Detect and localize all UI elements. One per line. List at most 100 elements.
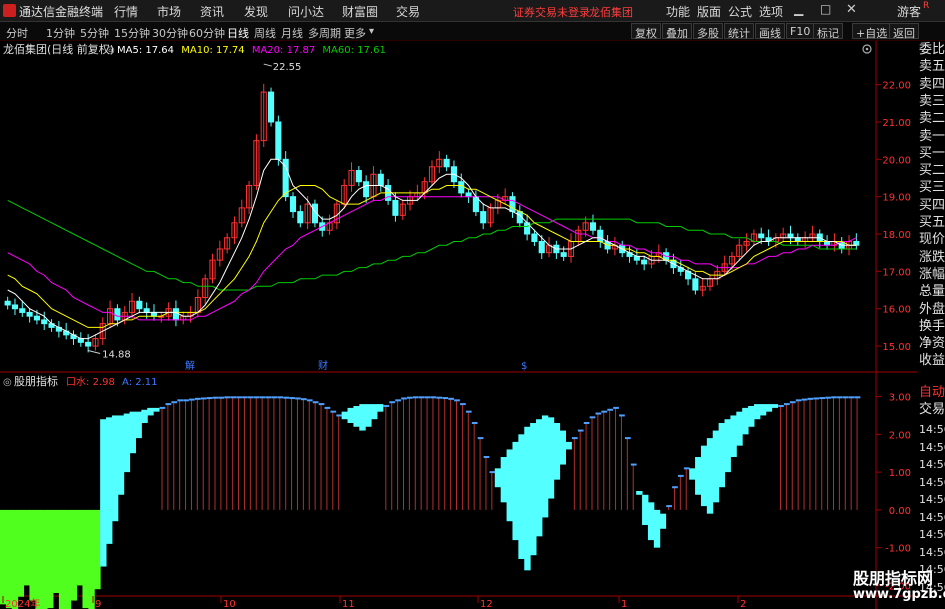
menu-item-discover[interactable]: 发现 <box>244 3 268 20</box>
indicator-bar <box>347 407 354 423</box>
indicator-bar <box>789 401 796 510</box>
chart-area[interactable]: 22.5514.88解财 $ 22.0021.0020.0019.0018.001… <box>0 41 917 609</box>
indicator-bar <box>695 457 702 495</box>
quote-field-label: 买三 <box>919 180 945 196</box>
tab-daily[interactable]: 日线 <box>227 25 249 41</box>
quote-field-label: 卖一 <box>919 128 945 144</box>
indicator-bar <box>700 445 708 507</box>
tick-time: 14:56 <box>919 458 945 471</box>
indicator-bar <box>672 486 678 510</box>
more-dropdown-icon[interactable]: ▾ <box>369 26 374 37</box>
indicator-bar <box>17 509 25 597</box>
tab-weekly[interactable]: 周线 <box>254 25 276 41</box>
candle <box>238 199 245 228</box>
candle <box>575 225 582 246</box>
candle <box>158 311 165 323</box>
indicator-bar <box>407 396 413 510</box>
price-axis-tick: 20.00 <box>882 155 911 166</box>
candle <box>260 83 267 147</box>
app-logo-icon <box>3 4 16 17</box>
overlay-button[interactable]: 叠加 <box>662 23 692 40</box>
menu-item-formula[interactable]: 公式 <box>728 3 752 20</box>
tab-60min[interactable]: 60分钟 <box>189 25 225 41</box>
tab-15min[interactable]: 15分钟 <box>114 25 150 41</box>
menu-item-quotes[interactable]: 行情 <box>114 3 138 20</box>
indicator-bar <box>607 408 614 510</box>
ma20-label: MA20 <box>252 45 280 56</box>
indicator-bar <box>359 404 366 431</box>
date-axis-tick: 2024年 <box>5 597 40 609</box>
candle <box>121 306 128 325</box>
mark-button[interactable]: 标记 <box>813 23 843 40</box>
candle <box>750 229 757 246</box>
kou-value: 2.98 <box>93 377 115 388</box>
minimize-icon[interactable]: ▁ <box>794 2 810 18</box>
quote-field-label: 涨幅 <box>919 266 945 282</box>
multi-stock-button[interactable]: 多股 <box>693 23 723 40</box>
indicator-bar <box>712 430 720 503</box>
indicator-bar <box>289 397 295 510</box>
indicator-bar <box>471 422 478 510</box>
candle <box>399 199 406 220</box>
indicator-bar <box>35 509 42 609</box>
menu-item-layout[interactable]: 版面 <box>697 3 721 20</box>
menu-item-trade[interactable]: 交易 <box>396 3 420 20</box>
indicator-title: 股朋指标 <box>14 374 58 388</box>
adjust-button[interactable]: 复权 <box>631 23 661 40</box>
add-watchlist-button[interactable]: +自选 <box>852 23 892 40</box>
indicator-bar <box>306 399 313 510</box>
indicator-bar <box>183 399 189 510</box>
candle <box>545 237 553 258</box>
indicator-bar <box>689 468 696 480</box>
maximize-icon[interactable]: □ <box>820 2 836 18</box>
candle <box>516 205 523 228</box>
indicator-bar <box>117 415 125 495</box>
auto-label: 自动 <box>919 385 945 400</box>
settings-gear-icon[interactable] <box>862 44 872 54</box>
period-toolbar: 分时 1分钟 5分钟 15分钟 30分钟 60分钟 日线 周线 月线 多周期 更… <box>0 22 945 41</box>
candle <box>355 166 362 187</box>
price-axis-tick: 18.00 <box>882 230 911 241</box>
indicator-bar <box>295 397 301 510</box>
date-axis-tick: 10 <box>223 599 236 609</box>
indicator-bar <box>613 406 619 510</box>
tab-multi-period[interactable]: 多周期 <box>308 25 341 41</box>
indicator-bar <box>659 513 667 529</box>
candle <box>289 192 297 218</box>
menu-item-market[interactable]: 市场 <box>157 3 181 20</box>
tab-5min[interactable]: 5分钟 <box>80 25 109 41</box>
candle <box>377 169 384 192</box>
tab-monthly[interactable]: 月线 <box>281 25 303 41</box>
indicator-bar <box>324 406 331 510</box>
statistics-button[interactable]: 统计 <box>724 23 754 40</box>
f10-button[interactable]: F10 <box>786 23 815 39</box>
indicator-bar <box>448 397 454 510</box>
menu-item-assistant[interactable]: 问小达 <box>288 3 324 20</box>
tab-1min[interactable]: 1分钟 <box>46 25 75 41</box>
indicator-bar <box>765 404 773 412</box>
trade-login-notice[interactable]: 证券交易未登录 <box>513 4 590 20</box>
high-price-label: 22.55 <box>273 62 302 73</box>
indicator-bar <box>5 509 13 609</box>
close-icon[interactable]: ✕ <box>846 2 862 18</box>
menu-item-wealth-circle[interactable]: 财富圈 <box>342 3 378 20</box>
candle <box>765 229 772 246</box>
guest-login[interactable]: 游客 <box>897 3 921 20</box>
collapse-icon[interactable]: ◎ <box>106 45 115 56</box>
ma5-value: 17.64 <box>145 45 174 56</box>
candle <box>333 199 340 230</box>
candle <box>253 134 260 190</box>
indicator-header: ◎ 股朋指标 口水: 2.98 A: 2.11 <box>3 374 158 388</box>
price-axis-tick: 17.00 <box>882 267 911 278</box>
menu-item-options[interactable]: 选项 <box>759 3 783 20</box>
back-button[interactable]: 返回 <box>889 23 919 40</box>
draw-line-button[interactable]: 画线 <box>755 23 785 40</box>
menu-item-news[interactable]: 资讯 <box>200 3 224 20</box>
tab-more[interactable]: 更多 <box>344 25 366 41</box>
indicator-bar <box>653 509 661 548</box>
indicator-collapse-icon[interactable]: ◎ <box>3 377 12 388</box>
candle <box>4 296 11 310</box>
menu-item-functions[interactable]: 功能 <box>666 3 690 20</box>
tab-intraday[interactable]: 分时 <box>6 25 28 41</box>
tab-30min[interactable]: 30分钟 <box>152 25 188 41</box>
